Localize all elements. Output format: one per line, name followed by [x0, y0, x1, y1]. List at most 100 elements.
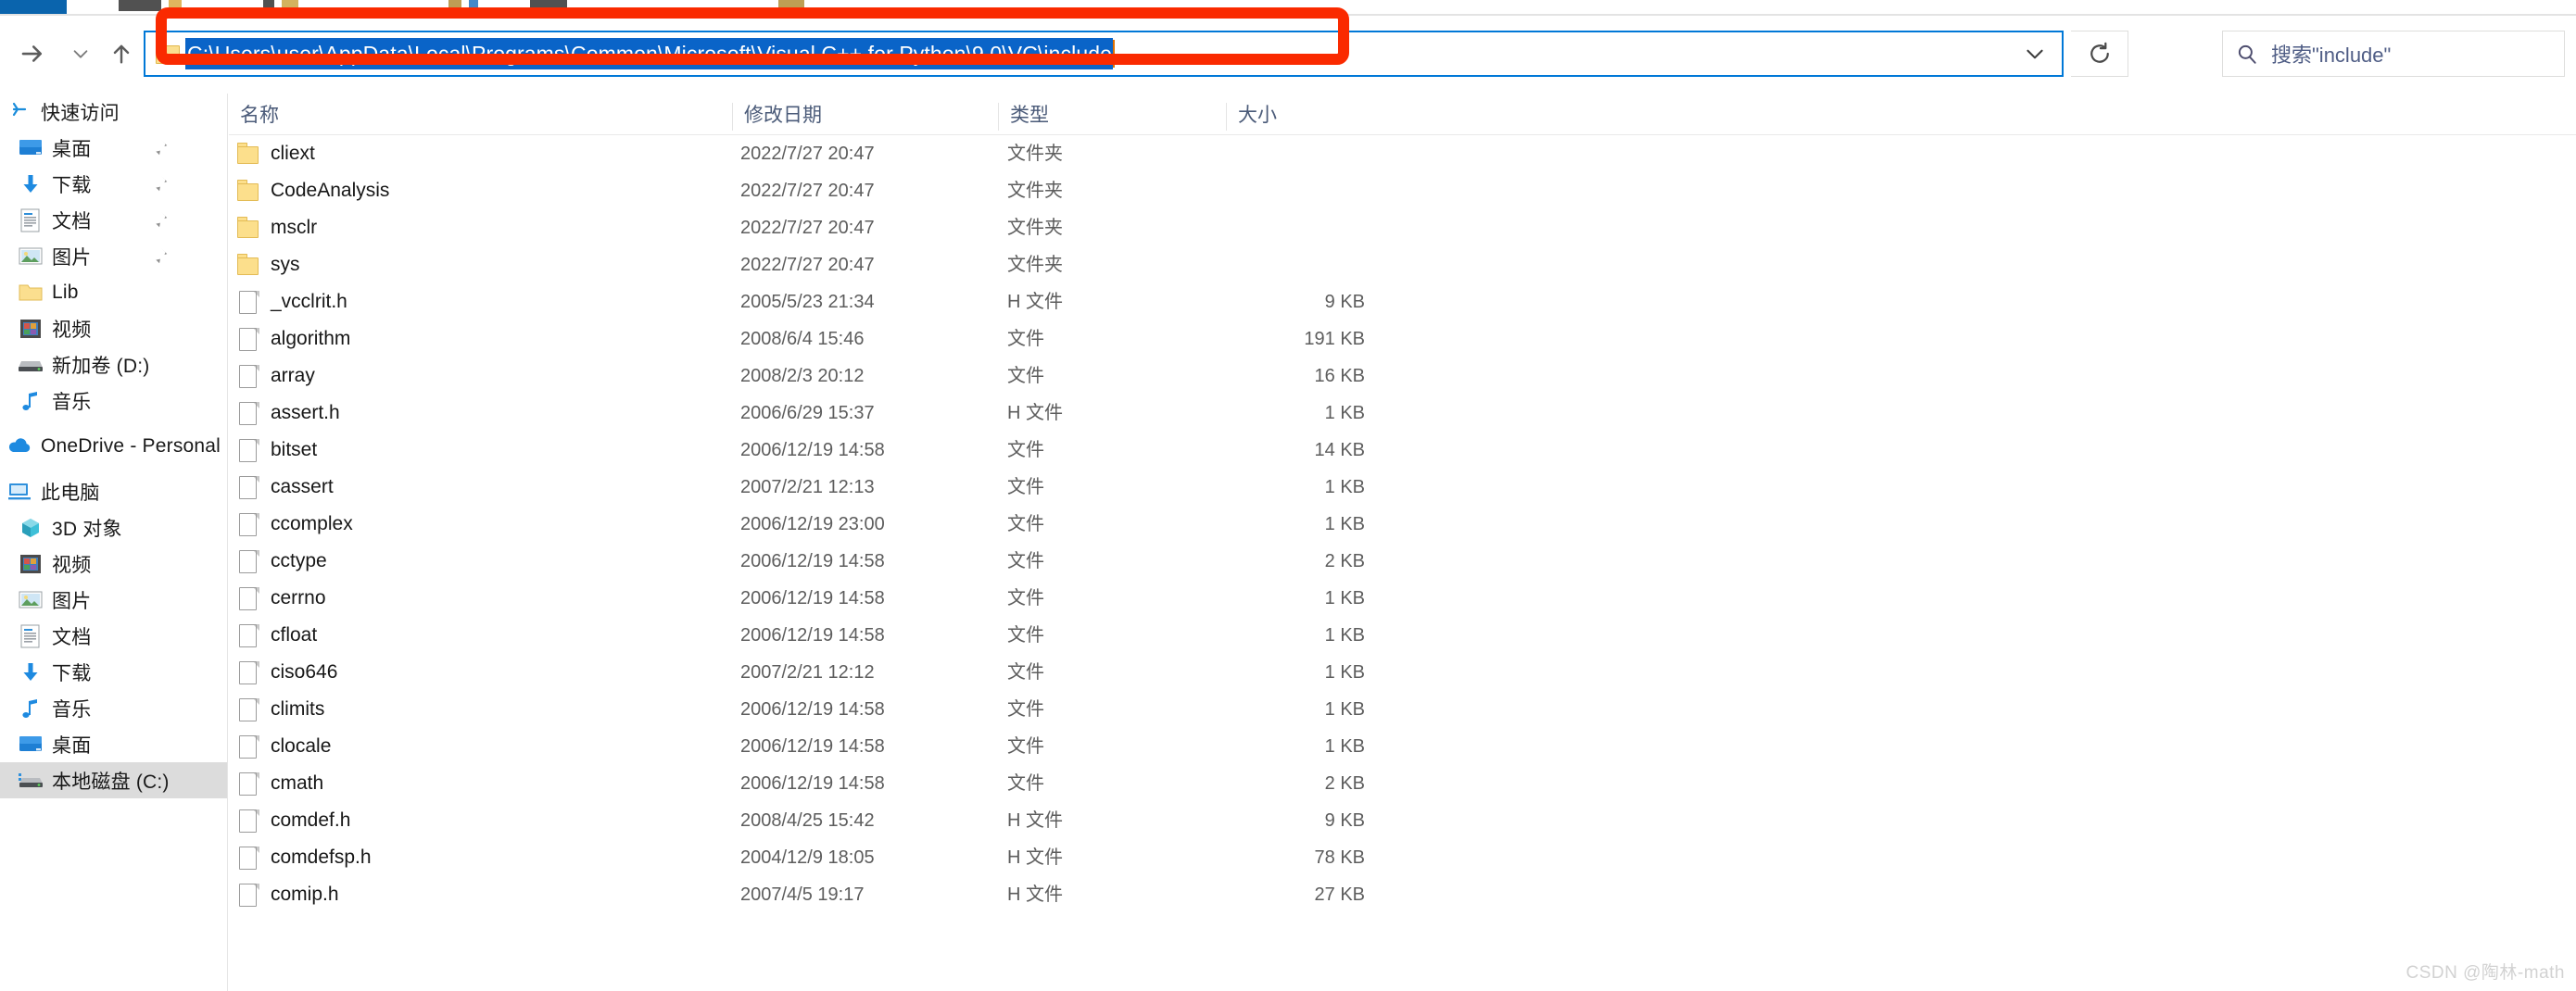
forward-button[interactable] [11, 32, 54, 75]
table-row[interactable]: cctype 2006/12/19 14:58 文件 2 KB [229, 543, 2576, 580]
onedrive-icon [4, 433, 35, 460]
folder-icon [154, 41, 185, 67]
table-row[interactable]: bitset 2006/12/19 14:58 文件 14 KB [229, 432, 2576, 469]
file-date-cell: 2007/2/21 12:12 [740, 662, 875, 683]
table-row[interactable]: algorithm 2008/6/4 15:46 文件 191 KB [229, 320, 2576, 358]
table-row[interactable]: cfloat 2006/12/19 14:58 文件 1 KB [229, 617, 2576, 654]
sidebar-item-label: Lib [52, 281, 79, 303]
table-row[interactable]: cassert 2007/2/21 12:13 文件 1 KB [229, 469, 2576, 506]
address-input-wrapper[interactable]: C:\Users\user\AppData\Local\Programs\Com… [185, 32, 2008, 75]
file-name-cell: comdefsp.h [271, 847, 372, 868]
file-rows-container[interactable]: cliext 2022/7/27 20:47 文件夹 CodeAnalysis 2022… [229, 135, 2576, 913]
sidebar-item-desktop[interactable]: 桌面 [0, 130, 227, 166]
star-pin-icon [4, 98, 35, 126]
sidebar-item-label: 下载 [52, 174, 92, 196]
table-row[interactable]: sys 2022/7/27 20:47 文件夹 [229, 246, 2576, 283]
file-type-cell: 文件夹 [1007, 218, 1063, 238]
sidebar-item-documents[interactable]: 文档 [0, 202, 227, 238]
table-row[interactable]: cliext 2022/7/27 20:47 文件夹 [229, 135, 2576, 172]
sidebar-item-pictures-pc[interactable]: 图片 [0, 582, 227, 618]
pin-icon[interactable] [149, 173, 170, 194]
file-list-pane[interactable]: 名称 修改日期 类型 大小 cliext 2022/7/27 20:47 文件夹 Co… [229, 94, 2576, 991]
search-icon [2223, 42, 2271, 66]
table-row[interactable]: comdefsp.h 2004/12/9 18:05 H 文件 78 KB [229, 839, 2576, 876]
column-header-size[interactable]: 大小 [1226, 103, 1277, 131]
table-row[interactable]: ciso646 2007/2/21 12:12 文件 1 KB [229, 654, 2576, 691]
sidebar-item-music-quick[interactable]: 音乐 [0, 383, 227, 419]
file-type-cell: 文件 [1007, 588, 1044, 608]
table-row[interactable]: ccomplex 2006/12/19 23:00 文件 1 KB [229, 506, 2576, 543]
address-path-text[interactable]: C:\Users\user\AppData\Local\Programs\Com… [185, 38, 1113, 69]
navigation-pane[interactable]: 快速访问 桌面 下载 文档 图片 Lib 视频 新加卷 (D:) 音乐 OneD… [0, 94, 228, 991]
file-name-cell: _vcclrit.h [271, 291, 347, 312]
file-size-cell: 9 KB [1324, 810, 1365, 831]
navigation-bar: C:\Users\user\AppData\Local\Programs\Com… [0, 16, 2576, 94]
search-box[interactable]: 搜索"include" [2222, 31, 2565, 77]
table-row[interactable]: array 2008/2/3 20:12 文件 16 KB [229, 358, 2576, 395]
sidebar-item-pictures[interactable]: 图片 [0, 238, 227, 274]
video-icon [15, 315, 46, 343]
sidebar-item-videos[interactable]: 视频 [0, 546, 227, 582]
recent-locations-button[interactable] [59, 32, 102, 75]
table-row[interactable]: msclr 2022/7/27 20:47 文件夹 [229, 209, 2576, 246]
pin-icon[interactable] [149, 209, 170, 231]
address-dropdown-button[interactable] [2008, 32, 2062, 75]
column-header-name[interactable]: 名称 [229, 103, 279, 131]
refresh-button[interactable] [2071, 31, 2128, 77]
file-name-cell: ciso646 [271, 661, 338, 683]
ribbon-ghost-item [778, 0, 804, 11]
file-type-cell: 文件夹 [1007, 144, 1063, 164]
sidebar-group-label: OneDrive - Personal [41, 434, 221, 457]
sidebar-item-documents-pc[interactable]: 文档 [0, 618, 227, 654]
table-row[interactable]: cerrno 2006/12/19 14:58 文件 1 KB [229, 580, 2576, 617]
file-type-cell: 文件夹 [1007, 255, 1063, 275]
column-header-date[interactable]: 修改日期 [732, 103, 822, 131]
file-name-cell: cerrno [271, 587, 326, 608]
sidebar-group-this-pc[interactable]: 此电脑 [0, 473, 227, 509]
file-size-cell: 1 KB [1324, 736, 1365, 757]
sidebar-item-downloads[interactable]: 下载 [0, 166, 227, 202]
sidebar-item-music-pc[interactable]: 音乐 [0, 690, 227, 726]
sidebar-group-label: 快速访问 [41, 102, 120, 124]
table-row[interactable]: climits 2006/12/19 14:58 文件 1 KB [229, 691, 2576, 728]
sidebar-item-label: 音乐 [52, 391, 92, 413]
search-placeholder-text: 搜索"include" [2271, 44, 2392, 67]
file-date-cell: 2006/12/19 14:58 [740, 440, 885, 460]
pin-icon[interactable] [149, 245, 170, 267]
sidebar-item-desktop-pc[interactable]: 桌面 [0, 726, 227, 762]
text-caret [1113, 40, 1115, 68]
file-date-cell: 2022/7/27 20:47 [740, 181, 875, 201]
refresh-icon [2090, 42, 2109, 63]
sidebar-item-videos-quick[interactable]: 视频 [0, 310, 227, 346]
table-row[interactable]: CodeAnalysis 2022/7/27 20:47 文件夹 [229, 172, 2576, 209]
file-icon [236, 697, 260, 722]
file-type-cell: 文件 [1007, 625, 1044, 646]
file-name-cell: comdef.h [271, 809, 351, 831]
sidebar-group-quick-access[interactable]: 快速访问 [0, 94, 227, 130]
sidebar-item-new-volume-d[interactable]: 新加卷 (D:) [0, 346, 227, 383]
column-header-type[interactable]: 类型 [998, 103, 1049, 131]
sidebar-item-3d-objects[interactable]: 3D 对象 [0, 509, 227, 546]
table-row[interactable]: cmath 2006/12/19 14:58 文件 2 KB [229, 765, 2576, 802]
pin-icon[interactable] [149, 137, 170, 158]
file-size-cell: 78 KB [1314, 847, 1365, 868]
sidebar-item-label: 文档 [52, 626, 92, 648]
computer-icon [4, 478, 35, 506]
table-row[interactable]: clocale 2006/12/19 14:58 文件 1 KB [229, 728, 2576, 765]
sidebar-item-downloads-pc[interactable]: 下载 [0, 654, 227, 690]
file-type-cell: H 文件 [1007, 292, 1063, 312]
sidebar-item-lib[interactable]: Lib [0, 274, 227, 310]
table-row[interactable]: comip.h 2007/4/5 19:17 H 文件 27 KB [229, 876, 2576, 913]
folder-icon [236, 216, 260, 241]
sidebar-item-local-disk-c[interactable]: 本地磁盘 (C:) [0, 762, 227, 798]
address-bar[interactable]: C:\Users\user\AppData\Local\Programs\Com… [144, 31, 2064, 77]
table-row[interactable]: assert.h 2006/6/29 15:37 H 文件 1 KB [229, 395, 2576, 432]
table-row[interactable]: _vcclrit.h 2005/5/23 21:34 H 文件 9 KB [229, 283, 2576, 320]
file-size-cell: 1 KB [1324, 588, 1365, 608]
table-row[interactable]: comdef.h 2008/4/25 15:42 H 文件 9 KB [229, 802, 2576, 839]
up-one-level-button[interactable] [100, 32, 143, 75]
file-date-cell: 2006/6/29 15:37 [740, 403, 875, 423]
file-date-cell: 2007/4/5 19:17 [740, 884, 865, 905]
sidebar-group-onedrive[interactable]: OneDrive - Personal [0, 428, 227, 464]
